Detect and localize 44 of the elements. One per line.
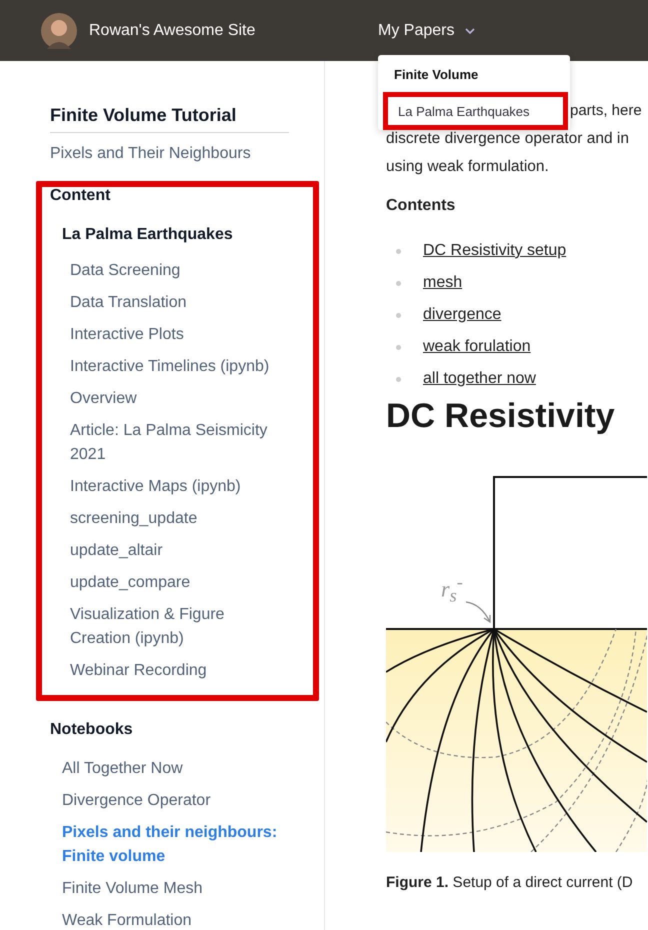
contents-link[interactable]: DC Resistivity setup: [423, 242, 566, 260]
sidebar-item[interactable]: Article: La Palma Seismicity 2021: [70, 419, 285, 467]
bullet-icon: [396, 344, 401, 350]
sidebar-item[interactable]: All Together Now: [62, 757, 302, 781]
sidebar-item[interactable]: Webinar Recording: [70, 659, 285, 683]
sidebar-item[interactable]: Pixels and their neighbours: Finite volume: [62, 821, 302, 869]
bullet-icon: [396, 248, 401, 254]
contents-heading: Contents: [386, 197, 456, 215]
body-text: discrete divergence operator and in: [386, 129, 630, 149]
sidebar-item[interactable]: La Palma Earthquakes: [62, 223, 277, 247]
sidebar-item[interactable]: Interactive Plots: [70, 323, 285, 347]
sidebar-item[interactable]: Divergence Operator: [62, 789, 302, 813]
section-heading: Notebooks: [50, 721, 134, 739]
nav-menu[interactable]: My Papers: [378, 22, 454, 40]
avatar-icon[interactable]: [41, 12, 77, 48]
sidebar-item[interactable]: Interactive Timelines (ipynb): [70, 355, 285, 379]
sidebar-item[interactable]: Weak Formulation: [62, 909, 302, 930]
dropdown-heading: Finite Volume: [393, 67, 480, 84]
sidebar-title: Finite Volume Tutorial: [50, 105, 289, 133]
sidebar-item[interactable]: Interactive Maps (ipynb): [70, 475, 285, 499]
bullet-icon: [396, 376, 401, 382]
sidebar-item[interactable]: Overview: [70, 387, 285, 411]
contents-link[interactable]: weak forulation: [423, 338, 531, 356]
body-text: parts, here: [570, 101, 643, 121]
body-text: using weak formulation.: [386, 157, 550, 177]
contents-link[interactable]: all together now: [423, 370, 536, 388]
bullet-icon: [396, 312, 401, 318]
figure-caption: Figure 1. Setup of a direct current (D: [386, 874, 634, 891]
contents-link[interactable]: mesh: [423, 274, 462, 292]
sidebar-item[interactable]: Data Screening: [70, 259, 285, 283]
section-heading: Content: [50, 187, 112, 205]
sidebar-link[interactable]: Pixels and Their Neighbours: [50, 145, 324, 163]
contents-link[interactable]: divergence: [423, 306, 502, 324]
site-title[interactable]: Rowan's Awesome Site: [89, 22, 256, 40]
section-heading: DC Resistivity: [386, 397, 616, 436]
sidebar-item[interactable]: update_compare: [70, 571, 285, 595]
sidebar-item[interactable]: Data Translation: [70, 291, 285, 315]
sidebar-item[interactable]: update_altair: [70, 539, 285, 563]
dropdown-item[interactable]: La Palma Earthquakes: [383, 92, 568, 130]
sidebar-item[interactable]: Visualization & Figure Creation (ipynb): [70, 603, 285, 651]
sidebar-item[interactable]: screening_update: [70, 507, 285, 531]
bullet-icon: [396, 280, 401, 286]
sidebar-item[interactable]: Finite Volume Mesh: [62, 877, 302, 901]
chevron-icon[interactable]: [464, 26, 476, 34]
